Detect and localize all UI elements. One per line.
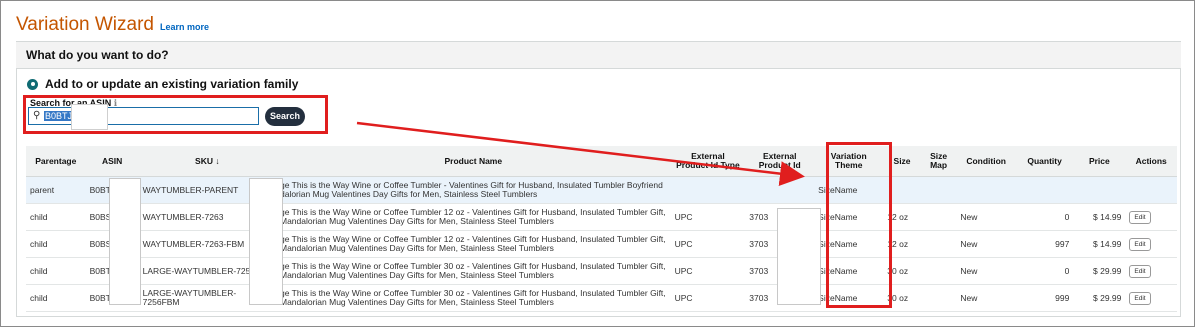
annotation-arrow (356, 121, 805, 187)
